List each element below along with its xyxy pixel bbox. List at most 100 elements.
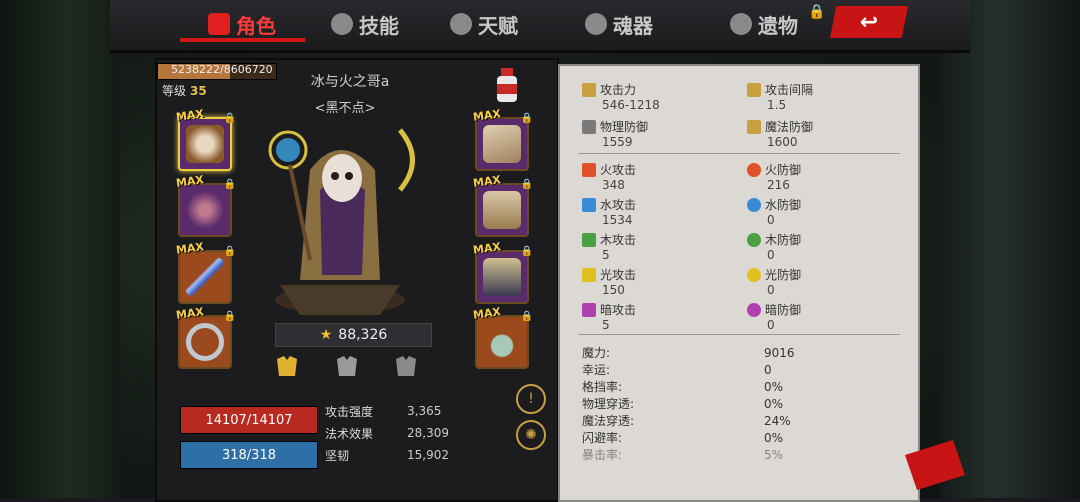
misc-stat-value: 5%: [764, 447, 784, 462]
stat-wood-defense: 木防御 0: [747, 231, 907, 262]
misc-stat-label: 格挡率:: [582, 380, 623, 394]
tab-skill[interactable]: 技能: [331, 8, 399, 40]
equip-slot-weapon[interactable]: MAX 🔒: [175, 240, 236, 304]
equip-slot-helmet[interactable]: MAX 🔒: [175, 107, 236, 171]
max-badge: MAX: [472, 173, 502, 190]
sub-stats-list: 攻击强度 3,365 法术效果 28,309 坚韧 15,902: [325, 400, 515, 466]
tab-character[interactable]: 角色: [208, 8, 276, 40]
light-defense-icon: [747, 267, 761, 282]
misc-stat-row: 物理穿透: 0%: [582, 395, 882, 412]
lock-icon: 🔒: [520, 311, 533, 322]
tab-talent[interactable]: 天赋: [450, 8, 518, 40]
light-attack-icon: [582, 267, 596, 282]
water-defense-icon: [747, 197, 761, 212]
cloak-icon: [186, 191, 224, 229]
back-arrow-icon: ↩: [859, 9, 879, 35]
info-icon[interactable]: !: [516, 384, 546, 414]
lock-icon: 🔒: [223, 246, 236, 257]
misc-stat-row: 幸运: 0: [582, 361, 882, 378]
misc-stat-value: 24%: [764, 413, 791, 428]
equip-slot-shoulder[interactable]: MAX 🔒: [472, 107, 533, 171]
misc-stat-row: 魔法穿透: 24%: [582, 412, 882, 429]
stat-label: 物理防御: [600, 120, 649, 134]
stat-light-defense: 光防御 0: [747, 266, 907, 297]
armor-set-silver-icon[interactable]: [334, 356, 360, 378]
tab-soul-vessel[interactable]: 魂器: [585, 8, 653, 40]
water-attack-icon: [582, 197, 596, 212]
stat-label: 火防御: [765, 163, 802, 177]
mp-bar: 318/318: [180, 441, 318, 469]
lock-icon: 🔒: [520, 246, 533, 257]
misc-stat-label: 魔力:: [582, 346, 611, 360]
sword-icon: [186, 258, 224, 296]
equip-slot-chest[interactable]: MAX 🔒: [472, 173, 533, 237]
tab-label: 魂器: [613, 13, 653, 38]
stat-value: 546-1218: [602, 98, 660, 112]
stat-fire-attack: 火攻击 348: [582, 161, 742, 192]
boots-icon: [483, 258, 521, 296]
stat-label: 魔法防御: [765, 120, 814, 134]
sub-stat-row: 法术效果 28,309: [325, 422, 515, 444]
max-badge: MAX: [175, 305, 205, 322]
potion-icon[interactable]: [490, 66, 524, 106]
relic-icon: [730, 13, 752, 35]
stat-value: 1559: [602, 135, 633, 149]
exp-text: 5238222/8606720: [171, 63, 273, 76]
max-badge: MAX: [472, 305, 502, 322]
misc-stat-value: 0%: [764, 379, 784, 394]
atom-icon[interactable]: ✺: [516, 420, 546, 450]
stat-attack-interval: 攻击间隔 1.5: [747, 81, 907, 112]
stat-wood-attack: 木攻击 5: [582, 231, 742, 262]
max-badge: MAX: [175, 240, 205, 257]
lock-icon: 🔒: [223, 179, 236, 190]
fire-attack-icon: [582, 162, 596, 177]
sub-stat-label: 坚韧: [325, 448, 350, 463]
sub-stat-value: 15,902: [407, 448, 449, 462]
stat-label: 攻击力: [600, 83, 637, 97]
stat-label: 光攻击: [600, 268, 637, 282]
hero-character-figure: [268, 128, 415, 315]
misc-stat-value: 9016: [764, 345, 795, 360]
back-button[interactable]: ↩: [830, 6, 908, 38]
tab-label: 天赋: [478, 13, 518, 38]
equip-slot-ring[interactable]: MAX 🔒: [175, 305, 236, 369]
equip-slot-cloak[interactable]: MAX 🔒: [175, 173, 236, 237]
combat-power-value: 88,326: [338, 327, 388, 343]
tab-label: 遗物: [758, 13, 798, 38]
sub-stat-value: 28,309: [407, 426, 449, 440]
tab-label: 技能: [359, 13, 399, 38]
chest-armor-icon: [483, 191, 521, 229]
equip-slot-boots[interactable]: MAX 🔒: [472, 240, 533, 304]
tab-relic[interactable]: 遗物: [730, 8, 798, 40]
hp-bar: 14107/14107: [180, 406, 318, 434]
lock-icon: 🔒: [808, 4, 826, 20]
armor-set-gray-icon[interactable]: [393, 356, 419, 378]
character-icon: [208, 13, 230, 35]
wand-icon: [747, 82, 761, 97]
divider: [578, 334, 900, 335]
fire-defense-icon: [747, 162, 761, 177]
necklace-icon: [483, 323, 521, 361]
sub-stat-label: 攻击强度: [325, 404, 374, 419]
stat-label: 光防御: [765, 268, 802, 282]
stat-value: 348: [602, 178, 625, 192]
stat-value: 1600: [767, 135, 798, 149]
stat-dark-attack: 暗攻击 5: [582, 301, 742, 332]
sub-stat-label: 法术效果: [325, 426, 374, 441]
lock-icon: 🔒: [520, 113, 533, 124]
stat-value: 216: [767, 178, 790, 192]
stat-value: 0: [767, 213, 775, 227]
equip-slot-necklace[interactable]: MAX 🔒: [472, 305, 533, 369]
misc-stat-value: 0%: [764, 430, 784, 445]
background-left-scenery: [0, 0, 120, 498]
stat-value: 0: [767, 318, 775, 332]
background-right-scenery: [940, 0, 1080, 498]
tab-label: 角色: [236, 13, 276, 38]
stat-light-attack: 光攻击 150: [582, 266, 742, 297]
armor-set-gold-icon[interactable]: [274, 356, 300, 378]
stat-label: 暗攻击: [600, 303, 637, 317]
stat-value: 0: [767, 248, 775, 262]
lock-icon: 🔒: [520, 179, 533, 190]
stat-value: 1534: [602, 213, 633, 227]
stat-value: 5: [602, 318, 610, 332]
